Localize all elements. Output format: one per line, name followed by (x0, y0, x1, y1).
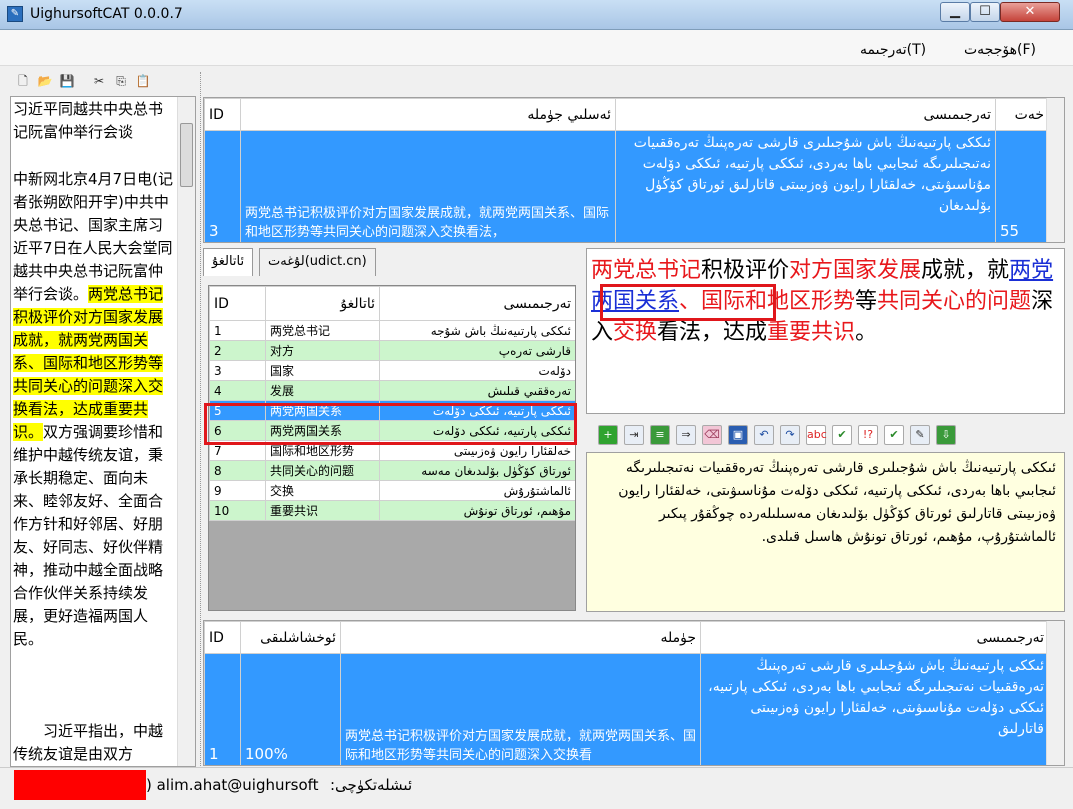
segment-table: ID ئەسلىي جۈملە تەرجىمىسى خەت 3 两党总书记积极评… (203, 97, 1065, 243)
app-icon: ✎ (7, 6, 23, 22)
redacted-block (14, 770, 146, 800)
cell-chars: 55 (995, 130, 1049, 242)
cell-sentence: 两党总书记积极评价对方国家发展成就，就两党两国关系、国际和地区形势等共同关心的问… (340, 653, 701, 765)
tm-match-table: ID ئوخشاشلىقى جۈملە تەرجىمىسى 1 100% 两党总… (203, 620, 1065, 766)
col-chars[interactable]: خەت (995, 98, 1049, 131)
annotation-box-term (204, 403, 577, 445)
table-row[interactable]: 8 共同关心的问题 ئورتاق كۆڭۈل بۆلىدىغان مەسە (209, 460, 575, 481)
close-button[interactable]: ✕ (1000, 2, 1060, 22)
new-file-icon[interactable]: 🗋 (14, 72, 32, 90)
cell-match-target: ئىككى پارتىيەنىڭ باش شۇجىلىرى قارشى تەرە… (700, 653, 1049, 765)
left-scrollbar[interactable] (177, 97, 195, 766)
window-title: UighursoftCAT 0.0.0.7 (30, 6, 183, 22)
cell-similarity: 100% (240, 653, 341, 765)
eraser-icon[interactable]: ⌫ (702, 425, 722, 445)
error-check-icon[interactable]: !? (858, 425, 878, 445)
redo-icon[interactable]: ↷ (780, 425, 800, 445)
status-label: ئىشلەتكۈچى: (330, 776, 413, 794)
col-term-id[interactable]: ID (209, 286, 266, 321)
top-table-scrollbar[interactable] (1046, 98, 1064, 242)
bottom-table-scrollbar[interactable] (1046, 621, 1064, 765)
col-target[interactable]: تەرجىمىسى (615, 98, 996, 131)
confirm-icon[interactable]: ✔ (884, 425, 904, 445)
table-row[interactable]: 1 两党总书记 ئىككى پارتىيەنىڭ باش شۇجە (209, 320, 575, 341)
cut-icon[interactable]: ✂ (90, 72, 108, 90)
cell-target: ئىككى پارتىيەنىڭ باش شۇجىلىرى قارشى تەرە… (615, 130, 996, 242)
maximize-button[interactable]: ☐ (970, 2, 1000, 22)
save-icon[interactable]: 💾 (58, 72, 76, 90)
edit-doc-icon[interactable]: ✎ (910, 425, 930, 445)
table-row[interactable]: 2 对方 قارشى تەرەپ (209, 340, 575, 361)
table-row[interactable]: 1 100% 两党总书记积极评价对方国家发展成就，就两党两国关系、国际和地区形势… (204, 653, 1049, 765)
menu-bar: ھۆججەت(F) تەرجىمە(T) (0, 30, 1073, 66)
menu-translate[interactable]: تەرجىمە(T) (860, 42, 926, 58)
split-icon[interactable]: ⇒ (676, 425, 696, 445)
cell-id: 3 (204, 130, 241, 242)
copy-icon[interactable]: ⎘ (112, 72, 130, 90)
cell-match-id: 1 (204, 653, 241, 765)
term-table: ID ئاتالغۇ تەرجىمىسى 1 两党总书记 ئىككى پارتىيە… (208, 285, 576, 611)
left-toolbar: 🗋 📂 💾 ✂ ⎘ 📋 (10, 72, 195, 94)
annotation-box-source (600, 284, 776, 321)
tab-dictionary[interactable]: لۇغەت(udict.cn) (259, 248, 376, 276)
status-user: ) alim.ahat@uighursoft (146, 776, 319, 794)
source-sentence-panel: 两党总书记积极评价对方国家发展成就，就两党两国关系、国际和地区形势等共同关心的问… (586, 248, 1065, 414)
table-row[interactable]: 3 两党总书记积极评价对方国家发展成就，就两党两国关系、国际和地区形势等共同关心… (204, 130, 1049, 242)
merge-icon[interactable]: ≡ (650, 425, 670, 445)
doc-title: 习近平同越共中央总书记阮富仲举行会谈 (13, 100, 164, 141)
undo-icon[interactable]: ↶ (754, 425, 774, 445)
target-text[interactable]: ئىككى پارتىيەنىڭ باش شۇجىلىرى قارشى تەرە… (596, 457, 1056, 549)
scroll-thumb[interactable] (180, 123, 193, 187)
minimize-button[interactable]: ▁ (940, 2, 970, 22)
title-bar: ✎ UighursoftCAT 0.0.0.7 ▁ ☐ ✕ (0, 0, 1073, 30)
save-segment-icon[interactable]: ▣ (728, 425, 748, 445)
spellcheck-icon[interactable]: abc (806, 425, 827, 445)
col-match-target[interactable]: تەرجىمىسى (700, 621, 1049, 654)
open-folder-icon[interactable]: 📂 (36, 72, 54, 90)
col-id[interactable]: ID (204, 98, 241, 131)
col-similarity[interactable]: ئوخشاشلىقى (240, 621, 341, 654)
doc-paragraph: 中新网北京4月7日电(记者张朔欧阳开宇)中共中央总书记、国家主席习近平7日在人民… (13, 170, 173, 648)
check-icon[interactable]: ✔ (832, 425, 852, 445)
col-source[interactable]: ئەسلىي جۈملە (240, 98, 616, 131)
download-icon[interactable]: ⇩ (936, 425, 956, 445)
doc-paragraph-2: 习近平指出，中越传统友谊是由双方 (13, 722, 164, 763)
tab-term[interactable]: ئاتالغۇ (203, 248, 254, 276)
table-row[interactable]: 10 重要共识 مۇھىم، ئورتاق تونۇش (209, 500, 575, 521)
col-term[interactable]: ئاتالغۇ (265, 286, 380, 321)
col-term-trans[interactable]: تەرجىمىسى (379, 286, 575, 321)
status-bar: ) alim.ahat@uighursoft ئىشلەتكۈچى: (0, 767, 1073, 809)
insert-icon[interactable]: ⇥ (624, 425, 644, 445)
cell-source: 两党总书记积极评价对方国家发展成就，就两党两国关系、国际和地区形势等共同关心的问… (240, 130, 616, 242)
source-document-panel[interactable]: 习近平同越共中央总书记阮富仲举行会谈 中新网北京4月7日电(记者张朔欧阳开宇)中… (10, 96, 196, 767)
splitter[interactable] (200, 72, 201, 772)
current-sentence-highlight: 两党总书记积极评价对方国家发展成就，就两党两国关系、国际和地区形势等共同关心的问… (13, 285, 164, 441)
col-sentence[interactable]: جۈملە (340, 621, 701, 654)
col-match-id[interactable]: ID (204, 621, 241, 654)
table-row[interactable]: 4 发展 تەرەققىي قىلىش (209, 380, 575, 401)
paste-icon[interactable]: 📋 (134, 72, 152, 90)
menu-file[interactable]: ھۆججەت(F) (964, 42, 1036, 58)
editor-toolbar: + ⇥ ≡ ⇒ ⌫ ▣ ↶ ↷ abc ✔ !? ✔ ✎ ⇩ (590, 423, 1065, 451)
table-row[interactable]: 9 交换 ئالماشتۇرۇش (209, 480, 575, 501)
table-row[interactable]: 3 国家 دۆلەت (209, 360, 575, 381)
add-icon[interactable]: + (598, 425, 618, 445)
target-editor[interactable]: ئىككى پارتىيەنىڭ باش شۇجىلىرى قارشى تەرە… (586, 452, 1065, 612)
